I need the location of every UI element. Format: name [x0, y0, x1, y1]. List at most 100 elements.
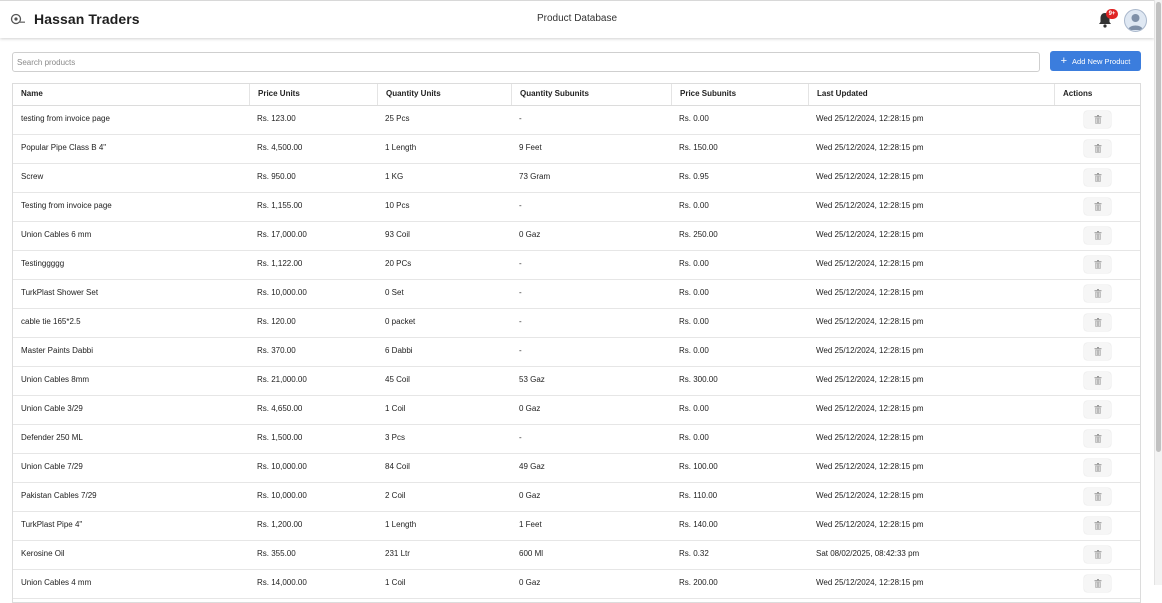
cell-price-units: Rs. 17,000.00: [257, 230, 307, 239]
cell-quantity-subunits: -: [519, 288, 522, 297]
cell-price-subunits: Rs. 0.00: [679, 259, 709, 268]
table-header: Name Price Units Quantity Units Quantity Su…: [13, 84, 1140, 106]
trash-icon: [1094, 550, 1101, 559]
cell-price-units: Rs. 355.00: [257, 549, 296, 558]
trash-icon: [1094, 579, 1101, 588]
cell-quantity-subunits: 53 Gaz: [519, 375, 545, 384]
cell-quantity-units: 20 PCs: [385, 259, 412, 268]
cell-quantity-units: 1 Coil: [385, 578, 406, 587]
cell-price-subunits: Rs. 140.00: [679, 520, 718, 529]
cell-quantity-subunits: 0 Gaz: [519, 491, 541, 500]
delete-button[interactable]: [1084, 430, 1111, 447]
cell-price-units: Rs. 1,122.00: [257, 259, 303, 268]
column-header-name: Name: [21, 89, 43, 98]
delete-button[interactable]: [1084, 227, 1111, 244]
delete-button[interactable]: [1084, 517, 1111, 534]
cell-quantity-units: 2 Coil: [385, 491, 406, 500]
cell-last-updated: Wed 25/12/2024, 12:28:15 pm: [816, 259, 924, 268]
search-input[interactable]: [12, 52, 1040, 72]
cell-name: Kerosine Oil: [21, 549, 65, 558]
table-row[interactable]: TurkPlast Shower Set Rs. 10,000.00 0 Set - R…: [13, 279, 1140, 309]
cell-name: cable tie 165*2.5: [21, 317, 81, 326]
cell-quantity-subunits: -: [519, 346, 522, 355]
delete-button[interactable]: [1084, 198, 1111, 215]
table-row[interactable]: Testing from invoice page Rs. 1,155.00 10 …: [13, 192, 1140, 222]
add-new-product-button[interactable]: + Add New Product: [1050, 51, 1141, 71]
cell-name: TurkPlast Shower Set: [21, 288, 99, 297]
delete-button[interactable]: [1084, 372, 1111, 389]
table-row[interactable]: Kerosine Oil Rs. 355.00 231 Ltr 600 Ml Rs. 0…: [13, 540, 1140, 570]
table-row[interactable]: Popular Pipe Class B 4" Rs. 4,500.00 1 Len…: [13, 134, 1140, 164]
table-row[interactable]: Screw Rs. 950.00 1 KG 73 Gram Rs. 0.95 Wed 25…: [13, 163, 1140, 193]
table-row[interactable]: testing from invoice page Rs. 123.00 25 Pc…: [13, 105, 1140, 135]
delete-button[interactable]: [1084, 575, 1111, 592]
cell-quantity-units: 3 Pcs: [385, 433, 406, 442]
table-row[interactable]: Testinggggg Rs. 1,122.00 20 PCs - Rs. 0.00 We…: [13, 250, 1140, 280]
cell-name: Screw: [21, 172, 44, 181]
delete-button[interactable]: [1084, 140, 1111, 157]
cell-name: TurkPlast Pipe 4": [21, 520, 83, 529]
cell-name: Union Cables 6 mm: [21, 230, 92, 239]
cell-quantity-units: 1 KG: [385, 172, 404, 181]
delete-button[interactable]: [1084, 488, 1111, 505]
table-row[interactable]: Union Cable 7/29 Rs. 10,000.00 84 Coil 49 G…: [13, 453, 1140, 483]
table-row[interactable]: Union Cables 4 mm Rs. 14,000.00 1 Coil 0 Ga…: [13, 569, 1140, 599]
cell-name: Popular Pipe Class B 4": [21, 143, 107, 152]
delete-button[interactable]: [1084, 401, 1111, 418]
notification-badge: 9+: [1106, 9, 1118, 19]
trash-icon: [1094, 231, 1101, 240]
table-row[interactable]: Union Cables 6 mm Rs. 17,000.00 93 Coil 0 G…: [13, 221, 1140, 251]
cell-price-units: Rs. 4,500.00: [257, 143, 303, 152]
add-new-product-label: Add New Product: [1072, 56, 1131, 66]
cell-last-updated: Wed 25/12/2024, 12:28:15 pm: [816, 404, 924, 413]
page-title: Product Database: [536, 13, 618, 24]
table-row[interactable]: TurkPlast Pipe 4" Rs. 1,200.00 1 Length 1 F…: [13, 511, 1140, 541]
cell-price-subunits: Rs. 300.00: [679, 375, 718, 384]
delete-button[interactable]: [1084, 459, 1111, 476]
cell-last-updated: Wed 25/12/2024, 12:28:15 pm: [816, 201, 924, 210]
table-row[interactable]: cable tie 165*2.5 Rs. 120.00 0 packet - Rs. …: [13, 308, 1140, 338]
cell-quantity-units: 1 Coil: [385, 404, 406, 413]
delete-button[interactable]: [1084, 111, 1111, 128]
cell-last-updated: Wed 25/12/2024, 12:28:15 pm: [816, 375, 924, 384]
cell-quantity-units: 1 Length: [385, 520, 417, 529]
table-row[interactable]: Union Cable 3/29 Rs. 4,650.00 1 Coil 0 Gaz R…: [13, 395, 1140, 425]
cell-name: Testinggggg: [21, 259, 65, 268]
delete-button[interactable]: [1084, 285, 1111, 302]
cell-last-updated: Wed 25/12/2024, 12:28:15 pm: [816, 462, 924, 471]
plus-icon: +: [1060, 54, 1068, 67]
cell-price-subunits: Rs. 0.00: [679, 201, 709, 210]
cell-quantity-subunits: -: [519, 201, 522, 210]
cell-name: Union Cables 8mm: [21, 375, 90, 384]
user-avatar-icon[interactable]: [1124, 9, 1147, 32]
cell-price-subunits: Rs. 100.00: [679, 462, 718, 471]
delete-button[interactable]: [1084, 314, 1111, 331]
cell-price-units: Rs. 10,000.00: [257, 462, 307, 471]
table-row[interactable]: Master Paints Dabbi Rs. 370.00 6 Dabbi - Rs.…: [13, 337, 1140, 367]
page-scrollbar[interactable]: [1154, 0, 1162, 585]
table-row[interactable]: Union Cables 8mm Rs. 21,000.00 45 Coil 53 G…: [13, 366, 1140, 396]
table-row[interactable]: Pakistan Cables 7/29 Rs. 10,000.00 2 Coil 0…: [13, 482, 1140, 512]
delete-button[interactable]: [1084, 256, 1111, 273]
cell-last-updated: Wed 25/12/2024, 12:28:15 pm: [816, 143, 924, 152]
scrollbar-thumb[interactable]: [1156, 2, 1161, 452]
column-header-quantity-subunits: Quantity Subunits: [511, 84, 671, 105]
cell-price-subunits: Rs. 0.00: [679, 404, 709, 413]
cell-last-updated: Wed 25/12/2024, 12:28:15 pm: [816, 288, 924, 297]
table-row[interactable]: Defender 250 ML Rs. 1,500.00 3 Pcs - Rs. 0.0…: [13, 424, 1140, 454]
column-header-actions: Actions: [1054, 84, 1140, 105]
cell-last-updated: Wed 25/12/2024, 12:28:15 pm: [816, 578, 924, 587]
cell-quantity-subunits: -: [519, 259, 522, 268]
delete-button[interactable]: [1084, 169, 1111, 186]
column-header-last-updated: Last Updated: [808, 84, 1054, 105]
trash-icon: [1094, 434, 1101, 443]
cell-last-updated: Wed 25/12/2024, 12:28:15 pm: [816, 433, 924, 442]
cell-price-subunits: Rs. 250.00: [679, 230, 718, 239]
cell-quantity-subunits: -: [519, 317, 522, 326]
delete-button[interactable]: [1084, 343, 1111, 360]
delete-button[interactable]: [1084, 546, 1111, 563]
trash-icon: [1094, 376, 1101, 385]
cell-quantity-subunits: 600 Ml: [519, 549, 544, 558]
cell-price-units: Rs. 370.00: [257, 346, 296, 355]
cell-price-subunits: Rs. 0.00: [679, 433, 709, 442]
